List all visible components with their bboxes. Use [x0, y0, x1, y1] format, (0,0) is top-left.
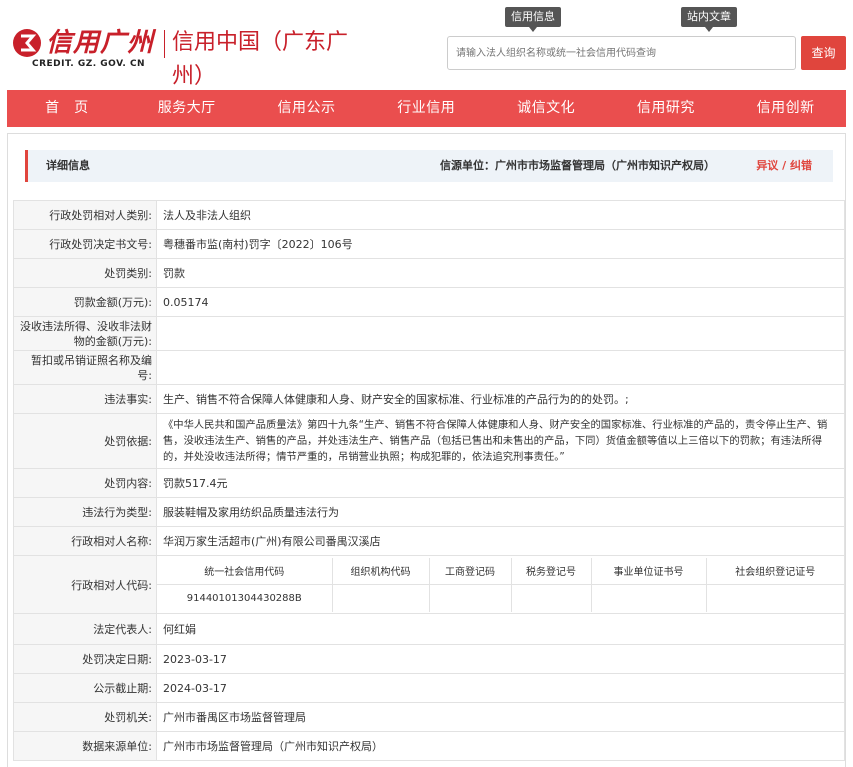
code-header: 统一社会信用代码: [157, 557, 333, 585]
row-value: 罚款517.4元: [156, 468, 845, 498]
search-button[interactable]: 查询: [801, 36, 846, 70]
detail-table: 行政处罚相对人类别: 法人及非法人组织 行政处罚决定书文号: 粤穗番市监(南村)…: [13, 200, 845, 761]
table-row: 处罚决定日期: 2023-03-17: [13, 644, 845, 674]
logo-text: 信用广州: [46, 28, 155, 58]
table-row: 处罚类别: 罚款: [13, 258, 845, 288]
row-label: 处罚决定日期:: [13, 644, 157, 674]
nav-service-hall[interactable]: 服务大厅: [127, 90, 247, 127]
main-nav: 首 页 服务大厅 信用公示 行业信用 诚信文化 信用研究 信用创新: [7, 90, 846, 127]
code-header: 工商登记码: [428, 557, 512, 585]
search-input[interactable]: [448, 37, 795, 69]
table-row: 罚款金额(万元): 0.05174: [13, 287, 845, 317]
site-header: 信用广州 CREDIT. GZ. GOV. CN 信用中国（广东广州） 信用信息…: [0, 0, 853, 90]
row-label: 公示截止期:: [13, 673, 157, 703]
nav-credit-publicity[interactable]: 信用公示: [247, 90, 367, 127]
row-value: 广州市番禺区市场监督管理局: [156, 702, 845, 732]
row-value: 服装鞋帽及家用纺织品质量违法行为: [156, 497, 845, 527]
nav-integrity-culture[interactable]: 诚信文化: [486, 90, 606, 127]
row-label: 罚款金额(万元):: [13, 287, 157, 317]
code-value: [705, 584, 844, 612]
code-value: [590, 584, 707, 612]
site-title: 信用中国（广东广州）: [172, 30, 349, 89]
code-value: [428, 584, 512, 612]
row-value: 何红娟: [156, 613, 845, 645]
detail-panel: 详细信息 信源单位：广州市市场监督管理局（广州市知识产权局） 异议 / 纠错 行…: [7, 133, 846, 767]
row-label: 违法事实:: [13, 384, 157, 414]
table-row: 暂扣或吊销证照名称及编号:: [13, 350, 845, 385]
row-value: 华润万家生活超市(广州)有限公司番禺汉溪店: [156, 526, 845, 556]
row-label: 数据来源单位:: [13, 731, 157, 761]
info-source: 信源单位：广州市市场监督管理局（广州市知识产权局）: [440, 159, 715, 172]
search-box: [447, 36, 796, 70]
tab-credit-info[interactable]: 信用信息: [505, 7, 561, 32]
row-label: 处罚依据:: [13, 413, 157, 469]
table-row: 没收违法所得、没收非法财物的金额(万元):: [13, 316, 845, 351]
row-value: 粤穗番市监(南村)罚字〔2022〕106号: [156, 229, 845, 259]
table-row: 违法事实: 生产、销售不符合保障人体健康和人身、财产安全的国家标准、行业标准的产…: [13, 384, 845, 414]
table-row: 行政处罚相对人类别: 法人及非法人组织: [13, 200, 845, 230]
objection-link[interactable]: 异议 / 纠错: [756, 150, 812, 182]
row-label: 处罚类别:: [13, 258, 157, 288]
row-value: [156, 350, 845, 385]
nav-home[interactable]: 首 页: [7, 90, 127, 127]
row-value: 罚款: [156, 258, 845, 288]
code-header: 税务登记号: [510, 557, 592, 585]
code-header: 事业单位证书号: [590, 557, 707, 585]
row-value: [156, 316, 845, 351]
code-value: [510, 584, 592, 612]
row-label: 行政相对人名称:: [13, 526, 157, 556]
code-table-cell: 统一社会信用代码 组织机构代码 工商登记码 税务登记号 事业单位证书号 社会组织…: [156, 555, 845, 614]
table-row: 处罚依据: 《中华人民共和国产品质量法》第四十九条“生产、销售不符合保障人体健康…: [13, 413, 845, 469]
row-label: 违法行为类型:: [13, 497, 157, 527]
row-value: 0.05174: [156, 287, 845, 317]
table-row: 法定代表人: 何红娟: [13, 613, 845, 645]
nav-industry-credit[interactable]: 行业信用: [366, 90, 486, 127]
row-value: 广州市市场监督管理局（广州市知识产权局）: [156, 731, 845, 761]
code-table: 统一社会信用代码 组织机构代码 工商登记码 税务登记号 事业单位证书号 社会组织…: [157, 557, 844, 612]
row-value: 法人及非法人组织: [156, 200, 845, 230]
row-label: 行政处罚决定书文号:: [13, 229, 157, 259]
row-label: 处罚机关:: [13, 702, 157, 732]
row-value: 生产、销售不符合保障人体健康和人身、财产安全的国家标准、行业标准的产品行为的的处…: [156, 384, 845, 414]
code-header: 组织机构代码: [331, 557, 430, 585]
logo-divider: [164, 30, 165, 58]
table-row: 数据来源单位: 广州市市场监督管理局（广州市知识产权局）: [13, 731, 845, 761]
table-row: 处罚机关: 广州市番禺区市场监督管理局: [13, 702, 845, 732]
table-row: 行政处罚决定书文号: 粤穗番市监(南村)罚字〔2022〕106号: [13, 229, 845, 259]
row-label: 处罚内容:: [13, 468, 157, 498]
row-value: 2023-03-17: [156, 644, 845, 674]
tab-site-articles[interactable]: 站内文章: [681, 7, 737, 32]
table-row: 处罚内容: 罚款517.4元: [13, 468, 845, 498]
row-label: 暂扣或吊销证照名称及编号:: [13, 350, 157, 385]
row-label: 没收违法所得、没收非法财物的金额(万元):: [13, 316, 157, 351]
credit-logo-icon: [13, 29, 41, 57]
row-value: 《中华人民共和国产品质量法》第四十九条“生产、销售不符合保障人体健康和人身、财产…: [156, 413, 845, 469]
site-logo[interactable]: 信用广州 CREDIT. GZ. GOV. CN 信用中国（广东广州）: [12, 26, 357, 89]
row-label: 法定代表人:: [13, 613, 157, 645]
nav-credit-research[interactable]: 信用研究: [606, 90, 726, 127]
logo-domain: CREDIT. GZ. GOV. CN: [32, 59, 146, 69]
row-value: 2024-03-17: [156, 673, 845, 703]
table-row: 行政相对人代码: 统一社会信用代码 组织机构代码 工商登记码 税务登记号 事业单…: [13, 555, 845, 614]
table-row: 违法行为类型: 服装鞋帽及家用纺织品质量违法行为: [13, 497, 845, 527]
row-label: 行政处罚相对人类别:: [13, 200, 157, 230]
code-value: 91440101304430288B: [157, 584, 333, 612]
info-bar: 详细信息 信源单位：广州市市场监督管理局（广州市知识产权局） 异议 / 纠错: [25, 150, 833, 182]
info-title: 详细信息: [46, 159, 90, 172]
table-row: 公示截止期: 2024-03-17: [13, 673, 845, 703]
nav-credit-innovation[interactable]: 信用创新: [726, 90, 846, 127]
code-header: 社会组织登记证号: [705, 557, 844, 585]
code-value: [331, 584, 430, 612]
table-row: 行政相对人名称: 华润万家生活超市(广州)有限公司番禺汉溪店: [13, 526, 845, 556]
row-label: 行政相对人代码:: [13, 555, 157, 614]
